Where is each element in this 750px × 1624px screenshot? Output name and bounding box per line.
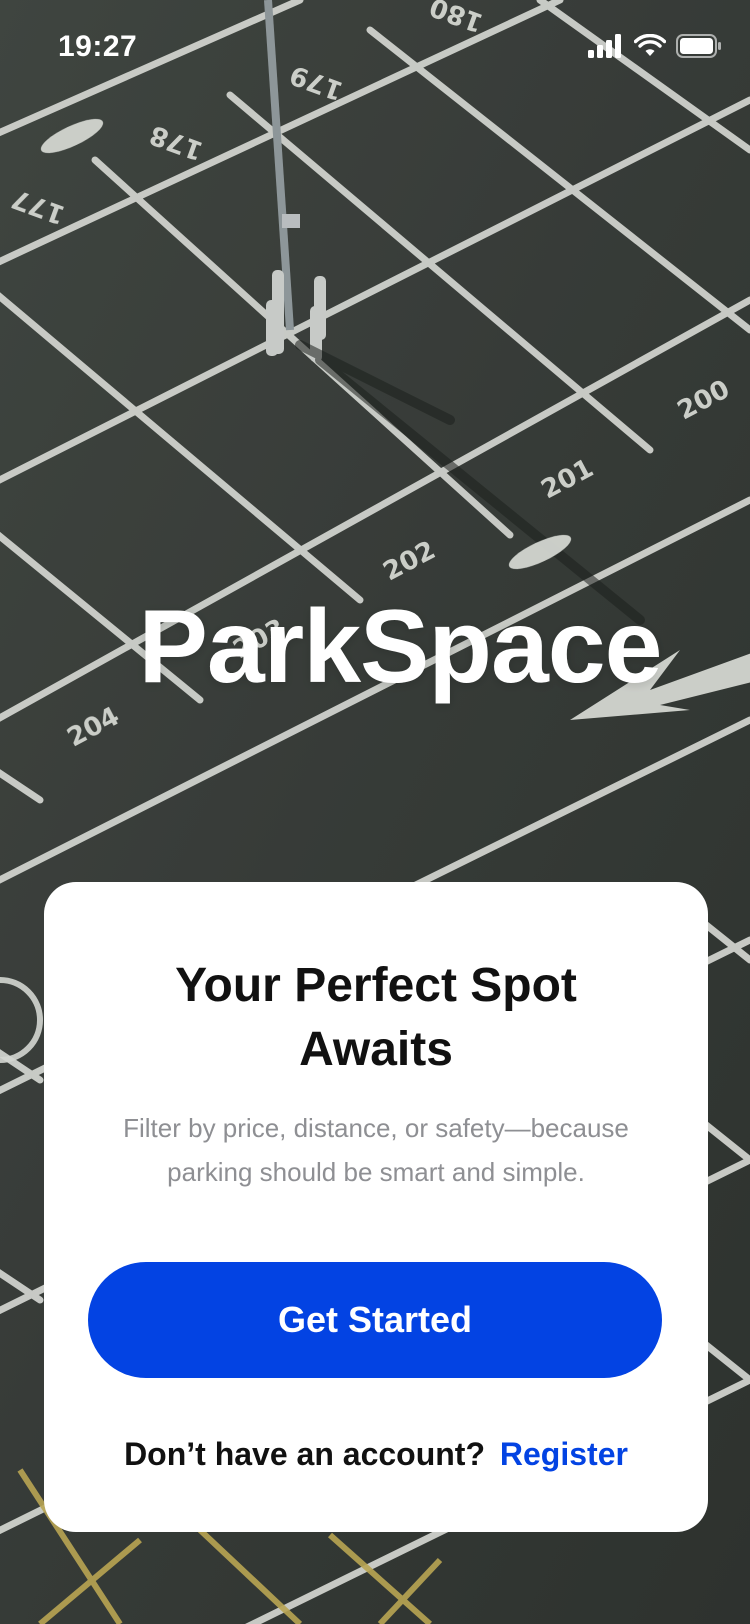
cellular-signal-icon [588, 34, 624, 58]
status-bar: 19:27 [0, 0, 750, 96]
card-subtitle: Filter by price, distance, or safety—bec… [123, 1113, 629, 1187]
status-icons [588, 34, 722, 58]
account-prompt-text: Don’t have an account? [124, 1436, 485, 1472]
onboarding-card: Your Perfect Spot Awaits Filter by price… [44, 882, 708, 1532]
register-link[interactable]: Register [500, 1436, 628, 1472]
battery-icon [676, 34, 722, 58]
card-title: Your Perfect Spot Awaits [175, 959, 577, 1076]
status-time: 19:27 [58, 30, 138, 63]
register-prompt: Don’t have an account? Register [88, 1436, 664, 1473]
wifi-icon [634, 34, 666, 58]
get-started-button[interactable]: Get Started [88, 1262, 662, 1378]
onboarding-screen: 180 179 178 177 200 201 202 203 204 19:2… [0, 0, 750, 1624]
brand-title: ParkSpace [138, 589, 663, 705]
